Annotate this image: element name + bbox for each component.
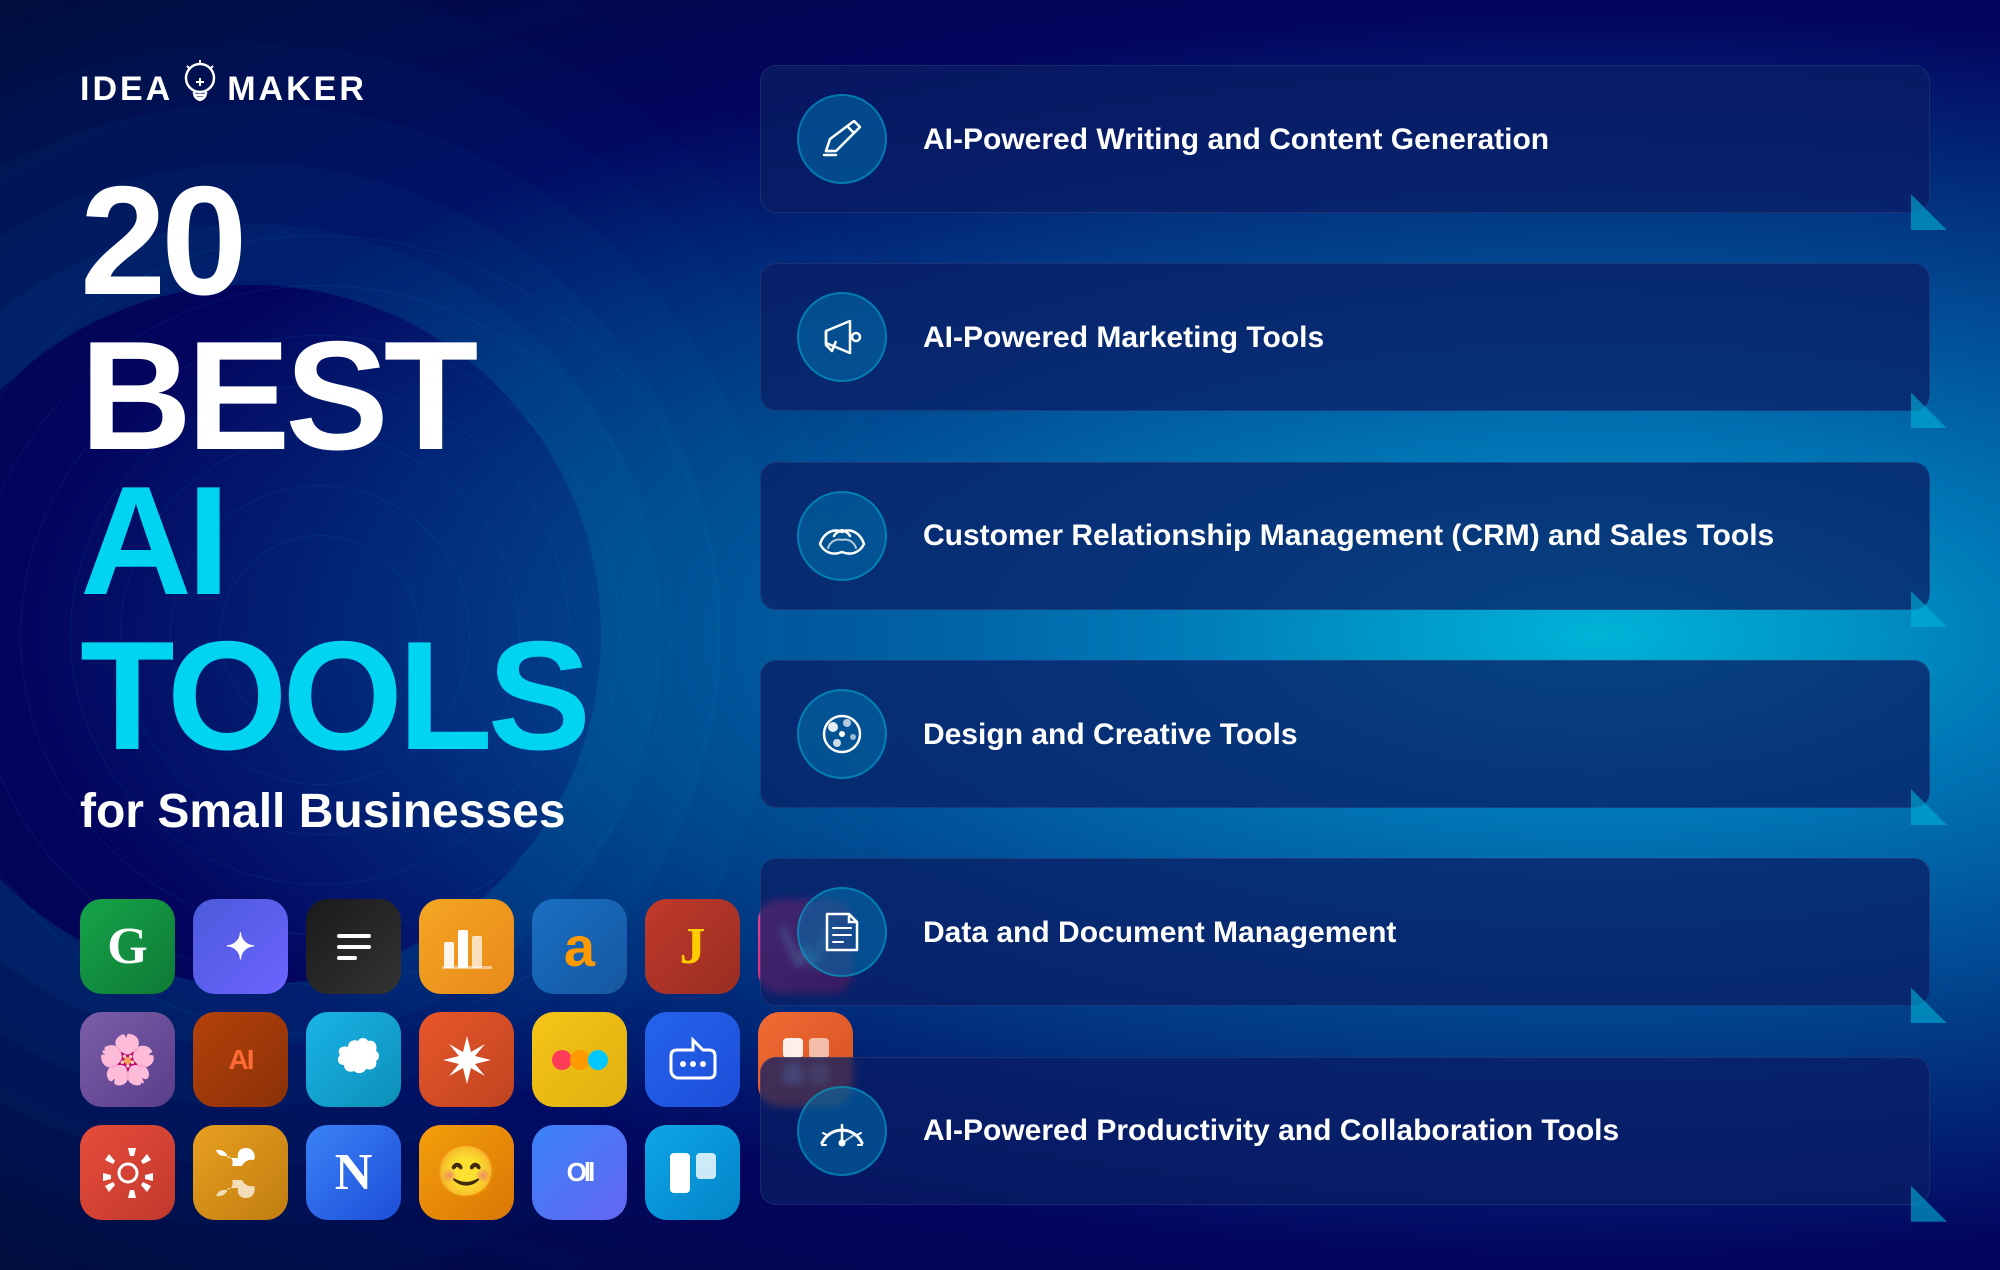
headline-number: 20 BEST [80,163,630,473]
app-icon-amazon: a [532,899,627,994]
logo: IDEA MAKER [80,60,630,118]
app-icon-ai-chat: AI [193,1012,288,1107]
marketing-icon-circle [797,292,887,382]
app-icon-zapier [419,1012,514,1107]
app-icon-grammarly: G [80,899,175,994]
app-icon-notion: N [306,1125,401,1220]
crm-icon-circle [797,491,887,581]
category-title-design: Design and Creative Tools [923,715,1298,754]
app-icon-monday [532,1012,627,1107]
app-icons-row-3: N 😊 Oll [80,1125,630,1220]
right-panel: AI-Powered Writing and Content Generatio… [680,0,2000,1270]
category-card-marketing: AI-Powered Marketing Tools [760,263,1930,411]
app-icons-row-1: G ✦ [80,899,630,994]
data-icon-circle [797,887,887,977]
productivity-icon-circle [797,1086,887,1176]
app-icon-trello [645,1125,740,1220]
category-title-data: Data and Document Management [923,913,1396,952]
category-title-crm: Customer Relationship Management (CRM) a… [923,516,1774,555]
category-card-design: Design and Creative Tools [760,660,1930,808]
category-card-writing: AI-Powered Writing and Content Generatio… [760,65,1930,213]
logo-maker: MAKER [227,70,367,109]
headline-subtitle: for Small Businesses [80,789,630,835]
design-icon-circle [797,689,887,779]
app-icon-otter: Oll [532,1125,627,1220]
app-icon-chart [419,899,514,994]
app-icon-freshchat: 😊 [419,1125,514,1220]
app-icon-joomla [193,1125,288,1220]
app-icon-gear [80,1125,175,1220]
app-icons-section: G ✦ [80,899,630,1220]
category-title-productivity: AI-Powered Productivity and Collaboratio… [923,1111,1619,1150]
category-title-marketing: AI-Powered Marketing Tools [923,318,1324,357]
app-icon-notion-ai: 🌸 [80,1012,175,1107]
app-icon-salesforce [306,1012,401,1107]
main-container: IDEA MAKER [0,0,2000,1270]
headline-section: 20 BEST AI TOOLS for Small Businesses [80,118,630,859]
category-card-data: Data and Document Management [760,858,1930,1006]
app-icon-jasper: J [645,899,740,994]
left-panel: IDEA MAKER [0,0,680,1270]
logo-bulb-icon [181,60,219,118]
writing-icon-circle [797,94,887,184]
logo-idea: IDEA [80,70,173,109]
app-icons-row-2: 🌸 AI [80,1012,630,1107]
category-card-crm: Customer Relationship Management (CRM) a… [760,462,1930,610]
headline-ai-tools: AI TOOLS [80,463,630,773]
app-icon-dark-list [306,899,401,994]
category-title-writing: AI-Powered Writing and Content Generatio… [923,120,1549,159]
app-icon-spoke [645,1012,740,1107]
logo-text: IDEA MAKER [80,60,367,118]
category-card-productivity: AI-Powered Productivity and Collaboratio… [760,1057,1930,1205]
app-icon-stars-ai: ✦ [193,899,288,994]
